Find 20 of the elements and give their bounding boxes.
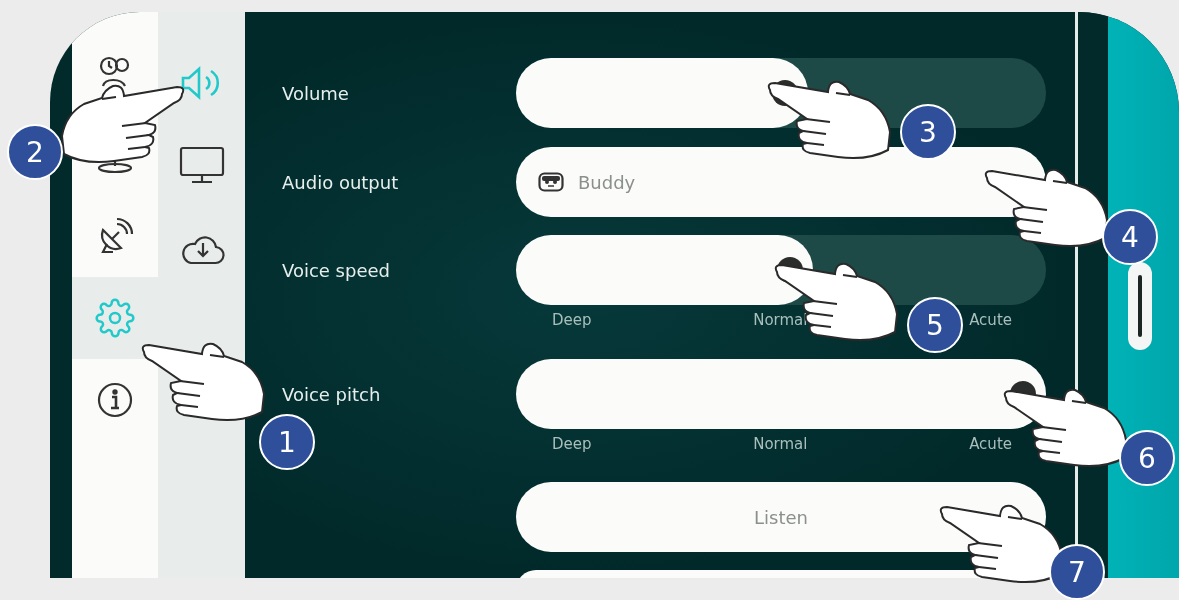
setting-label: Audio output <box>282 171 400 193</box>
scale-label: Acute <box>969 311 1012 329</box>
listen-button[interactable]: Listen <box>516 482 1046 552</box>
scale-label: Acute <box>969 435 1012 453</box>
scroll-indicator[interactable] <box>1128 262 1152 350</box>
step-badge: 2 <box>7 124 63 180</box>
info-icon <box>96 381 134 419</box>
step-badge: 7 <box>1049 544 1105 600</box>
scale-label: Deep <box>552 435 592 453</box>
settings-icon <box>95 298 135 338</box>
audio-output-dropdown[interactable]: Buddy <box>516 147 1046 217</box>
scale-label: Normal <box>753 311 808 329</box>
robot-face-icon <box>538 172 564 192</box>
scale-label: Normal <box>753 435 808 453</box>
setting-label: Voice pitch <box>282 383 382 405</box>
monitor-icon <box>178 145 225 185</box>
slider-track[interactable] <box>516 235 1046 305</box>
setting-label: Volume <box>282 82 350 104</box>
scale-label: Deep <box>552 311 592 329</box>
setting-label: Voice speed <box>282 259 391 281</box>
